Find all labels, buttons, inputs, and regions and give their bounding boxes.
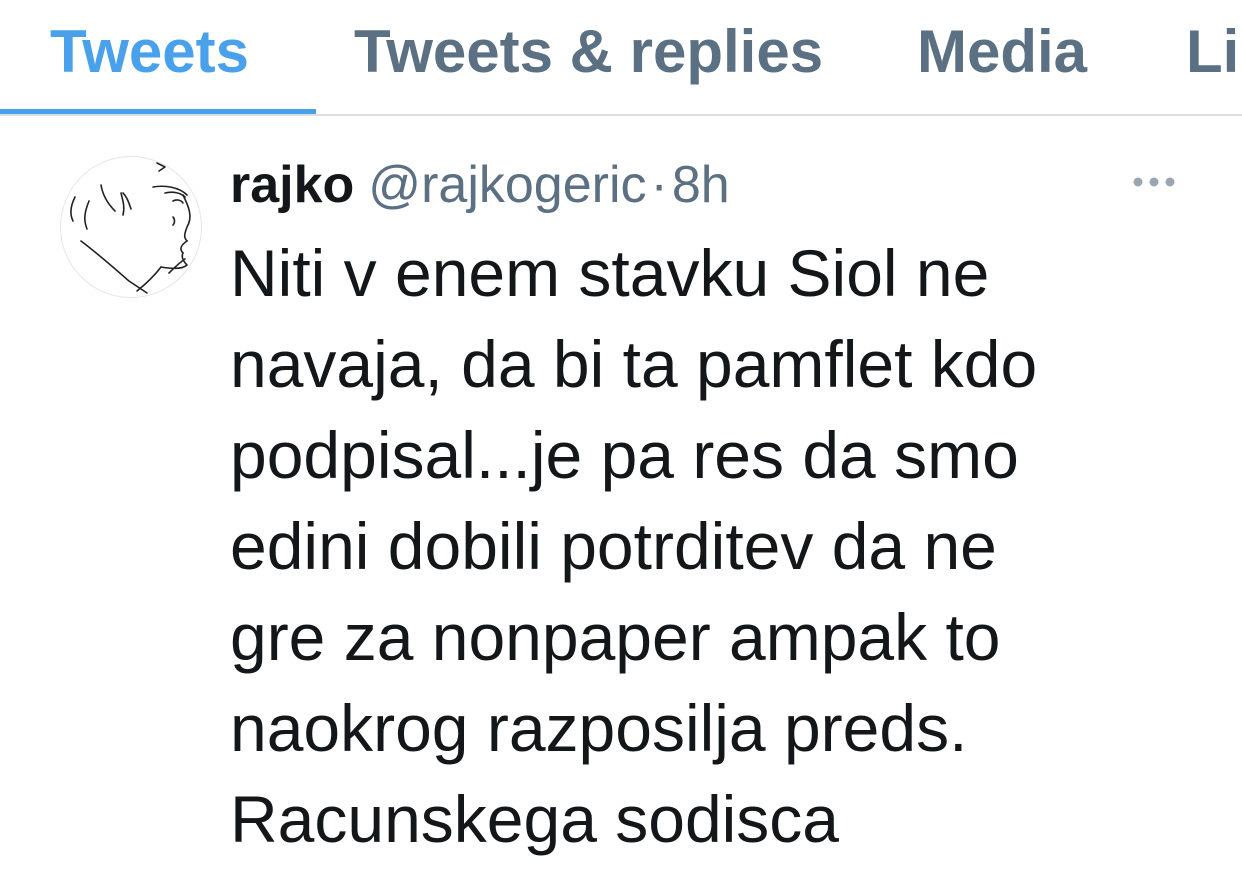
tab-likes[interactable]: Li: [1186, 16, 1239, 88]
active-tab-indicator: [0, 109, 316, 114]
tweet-header: rajko @rajkogeric·8h: [230, 152, 730, 218]
tab-tweets[interactable]: Tweets: [50, 16, 249, 88]
user-handle[interactable]: @rajkogeric: [368, 156, 646, 214]
tab-tweets-and-replies[interactable]: Tweets & replies: [354, 16, 823, 88]
tab-media[interactable]: Media: [917, 16, 1087, 88]
profile-tab-bar: Tweets Tweets & replies Media Li: [0, 0, 1242, 116]
avatar-sketch-image: [70, 162, 191, 294]
tweet-text: Niti v enem stavku Siol ne navaja, da bi…: [230, 236, 1038, 856]
timestamp[interactable]: 8h: [672, 156, 730, 214]
display-name[interactable]: rajko: [230, 156, 354, 214]
avatar[interactable]: [60, 156, 202, 298]
more-options-button[interactable]: [1130, 170, 1180, 194]
separator-dot: ·: [650, 156, 668, 214]
more-horizontal-icon: [1133, 177, 1175, 187]
